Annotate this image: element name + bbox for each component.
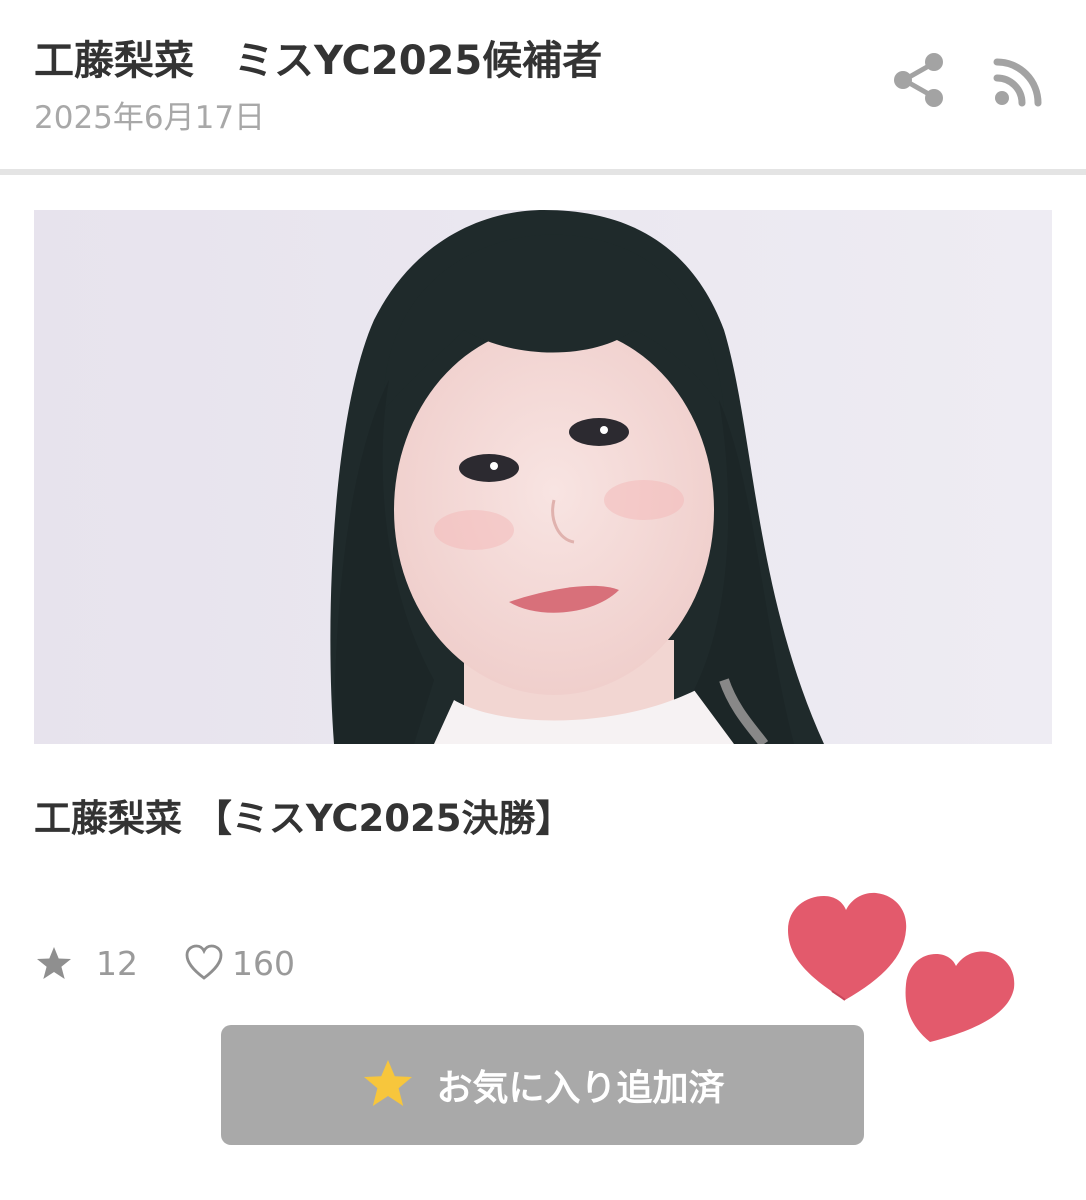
star-icon xyxy=(37,947,71,979)
heart-stat[interactable]: 160 xyxy=(184,943,295,983)
stats-bar: 12 160 xyxy=(34,938,295,988)
portrait-illustration xyxy=(34,210,1052,744)
rss-button[interactable] xyxy=(992,56,1044,108)
favorite-button-label: お気に入り追加済 xyxy=(436,1068,725,1109)
heart-count: 160 xyxy=(232,943,295,983)
entry-date: 2025年6月17日 xyxy=(34,100,266,136)
header-divider xyxy=(0,169,1086,175)
portrait-photo[interactable] xyxy=(34,210,1052,744)
entry-caption[interactable]: 工藤梨菜 【ミスYC2025決勝】 xyxy=(34,788,573,842)
star-stat: 12 xyxy=(34,943,184,983)
star-icon xyxy=(364,1060,413,1106)
entry-header: 工藤梨菜 ミスYC2025候補者 2025年6月17日 xyxy=(0,0,1086,170)
rss-icon xyxy=(993,58,1042,107)
favorite-added-button[interactable]: お気に入り追加済 xyxy=(221,1025,864,1145)
heart-outline-icon[interactable] xyxy=(184,943,224,983)
hearts-sticker xyxy=(780,888,1030,1048)
entry-title[interactable]: 工藤梨菜 ミスYC2025候補者 xyxy=(34,28,602,86)
blog-entry-page: 工藤梨菜 ミスYC2025候補者 2025年6月17日 工藤梨菜 【ミスYC20… xyxy=(0,0,1086,1200)
star-count: 12 xyxy=(96,943,138,983)
share-button[interactable] xyxy=(890,50,950,110)
share-icon xyxy=(894,53,943,107)
